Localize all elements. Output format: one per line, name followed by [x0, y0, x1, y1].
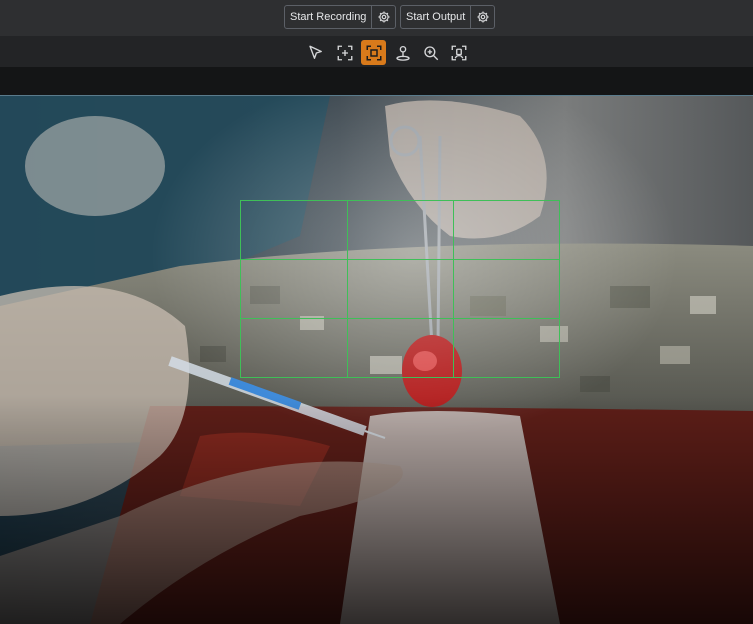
add-region-tool-button[interactable] [332, 40, 357, 65]
video-viewport[interactable] [0, 96, 753, 624]
crop-frame-icon [366, 45, 381, 60]
grid-line-vertical [347, 201, 348, 377]
tool-bar [0, 36, 753, 67]
grid-line-vertical [453, 201, 454, 377]
gear-icon [378, 11, 390, 23]
pin-tool-button[interactable] [390, 40, 415, 65]
crop-tool-button[interactable] [361, 40, 386, 65]
zoom-tool-button[interactable] [418, 40, 443, 65]
face-frame-tool-button[interactable] [446, 40, 471, 65]
start-recording-button[interactable]: Start Recording [284, 5, 373, 29]
map-pin-icon [395, 45, 410, 61]
gear-icon [477, 11, 489, 23]
output-settings-button[interactable] [471, 5, 496, 29]
cursor-arrow-icon [308, 45, 322, 59]
select-tool-button[interactable] [303, 40, 328, 65]
crosshair-frame-icon [337, 45, 352, 60]
recording-control: Start Recording [284, 5, 397, 29]
zoom-in-icon [423, 45, 438, 60]
output-control: Start Output [400, 5, 496, 29]
grid-line-horizontal [241, 318, 559, 319]
crop-grid-overlay[interactable] [240, 200, 560, 378]
control-bar: Start Recording Start Output [0, 0, 753, 36]
status-strip [0, 67, 753, 95]
start-output-button[interactable]: Start Output [400, 5, 472, 29]
grid-line-horizontal [241, 259, 559, 260]
recording-settings-button[interactable] [372, 5, 397, 29]
face-frame-icon [451, 45, 466, 60]
